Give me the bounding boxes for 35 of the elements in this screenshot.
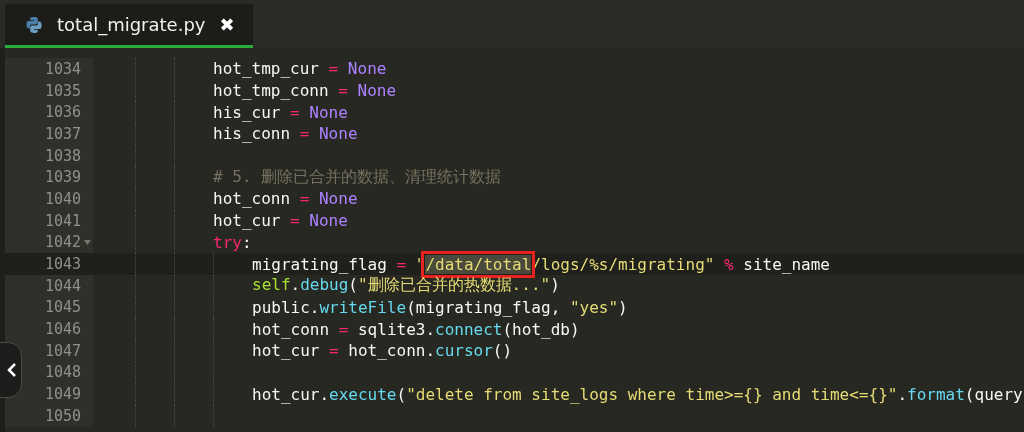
code-line: try: [213,232,252,252]
close-button[interactable]: ✖ [219,15,235,34]
line-number: 1049 [44,385,81,404]
fold-arrow-icon[interactable] [84,239,91,245]
code-line: hot_conn = sqlite3.connect(hot_db) [252,319,580,339]
line-number: 1046 [44,320,81,339]
code-line: hot_cur = None [213,211,348,231]
code-line: hot_tmp_conn = None [213,81,397,101]
code-line: his_conn = None [213,124,358,144]
line-number: 1041 [44,211,81,230]
code-line: self.debug("删除已合并的热数据...") [252,275,560,297]
code-line: # 5. 删除已合并的数据、清理统计数据 [213,166,502,188]
code-line: public.writeFile(migrating_flag, "yes") [252,297,628,317]
line-number: 1045 [44,298,81,317]
line-number: 1036 [44,103,81,122]
line-number: 1037 [44,124,81,143]
chevron-left-icon [7,362,17,378]
line-number: 1050 [44,406,81,425]
file-tab[interactable]: total_migrate.py ✖ [5,4,253,48]
python-logo-icon [25,15,43,34]
line-number: 1040 [44,189,81,208]
code-line: hot_tmp_cur = None [213,59,387,79]
line-number: 1034 [44,59,81,78]
line-number: 1039 [44,168,81,187]
line-number: 1048 [44,363,81,382]
line-number: 1044 [44,276,81,295]
line-number: 1047 [44,341,81,360]
code-line: hot_conn = None [213,189,358,209]
line-number: 1038 [44,146,81,165]
line-number: 1043 [44,255,81,274]
code-line: hot_cur.execute("delete from site_logs where time>={} and time<={}".format(query [252,384,1023,404]
code-line: his_cur = None [213,102,348,122]
code-line: hot_cur = hot_conn.cursor() [252,341,513,361]
line-number: 1035 [44,81,81,100]
line-number: 1042 [44,233,81,252]
